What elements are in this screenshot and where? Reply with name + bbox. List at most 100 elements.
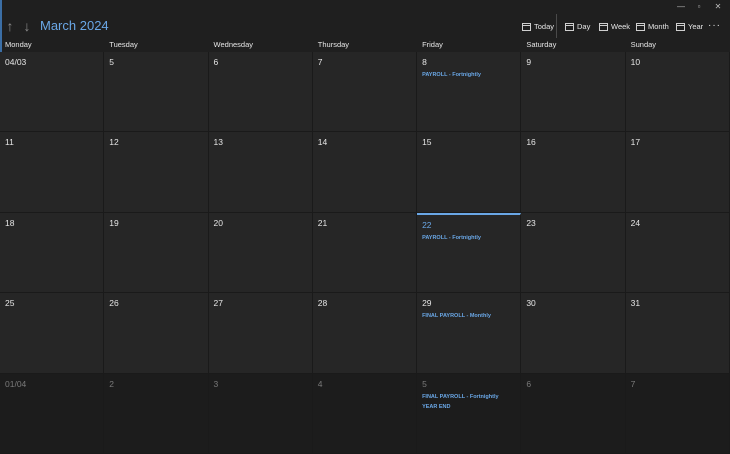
day-number: 9 (526, 57, 532, 67)
day-cell[interactable]: 20 (208, 212, 313, 294)
day-cell[interactable]: 15 (417, 132, 522, 213)
day-cell[interactable]: 25 (0, 293, 105, 374)
day-cell[interactable]: 31 (625, 293, 730, 374)
day-number: 28 (317, 298, 328, 309)
next-month-arrow-icon[interactable]: ↓ (20, 18, 34, 34)
day-cell-today[interactable]: 22 PAYROLL - Fortnightly (417, 212, 522, 294)
day-number: 2 (109, 378, 114, 389)
day-cell[interactable]: 27 (208, 293, 313, 374)
day-cell[interactable]: 19 (104, 212, 209, 294)
day-cell[interactable]: 10 (625, 52, 730, 133)
restore-button[interactable]: ▫ (692, 2, 706, 12)
day-cell[interactable]: 16 (521, 132, 626, 213)
day-number: 21 (317, 217, 328, 228)
day-number: 26 (109, 298, 119, 309)
day-cell[interactable]: 30 (521, 293, 626, 374)
day-cell[interactable]: 9 (521, 52, 626, 133)
month-grid: 04/03 5 6 7 8 PAYROLL - Fortnightly 9 10 11 12 13 1… (0, 52, 730, 454)
weekday-wednesday: Wednesday (213, 40, 254, 49)
month-title[interactable]: March 2024 (40, 17, 109, 35)
week-view-button[interactable]: Week (599, 20, 630, 34)
weekday-friday: Friday (422, 40, 443, 49)
weekday-monday: Monday (5, 40, 32, 49)
day-number: 6 (526, 378, 532, 389)
calendar-event[interactable]: PAYROLL - Fortnightly (422, 71, 515, 79)
title-bar: — ▫ ✕ (0, 0, 730, 14)
day-number: 6 (213, 57, 219, 67)
day-cell[interactable]: 18 (0, 212, 105, 294)
calendar-year-icon (676, 23, 685, 31)
more-options-button[interactable]: ··· (708, 19, 721, 33)
day-number: 3 (213, 378, 219, 389)
day-number: 19 (109, 217, 119, 228)
day-number: 22 (422, 219, 432, 230)
day-number: 7 (317, 57, 323, 67)
day-view-button[interactable]: Day (565, 20, 590, 34)
day-cell[interactable]: 7 (625, 373, 730, 454)
calendar-event[interactable]: YEAR END (422, 403, 515, 411)
weekday-sunday: Sunday (630, 40, 657, 49)
day-cell[interactable]: 17 (625, 132, 730, 213)
minimize-button[interactable]: — (674, 2, 688, 12)
day-cell[interactable]: 21 (312, 212, 418, 294)
day-cell[interactable]: 29 FINAL PAYROLL - Monthly (417, 293, 522, 374)
weekday-header-row: Monday Tuesday Wednesday Thursday Friday Satu… (0, 38, 730, 52)
day-number: 15 (422, 137, 432, 148)
day-number: 5 (422, 378, 427, 389)
day-number: 20 (213, 217, 223, 228)
day-cell[interactable]: 23 (521, 212, 626, 294)
day-cell[interactable]: 13 (208, 132, 313, 213)
calendar-event[interactable]: FINAL PAYROLL - Fortnightly (422, 393, 515, 401)
day-number: 16 (526, 137, 536, 148)
day-number: 29 (422, 298, 432, 309)
calendar-day-icon (565, 23, 574, 31)
day-cell[interactable]: 24 (625, 212, 730, 294)
day-cell[interactable]: 26 (104, 293, 209, 374)
calendar-event[interactable]: FINAL PAYROLL - Monthly (422, 312, 515, 320)
weekday-tuesday: Tuesday (109, 40, 138, 49)
close-button[interactable]: ✕ (711, 2, 725, 12)
day-cell[interactable]: 6 (521, 373, 626, 454)
toolbar-divider (556, 14, 557, 38)
day-cell[interactable]: 6 (208, 52, 313, 133)
day-number: 31 (630, 298, 641, 309)
day-label: Day (577, 22, 591, 31)
day-number: 27 (213, 298, 223, 309)
today-label: Today (534, 22, 555, 31)
day-number: 11 (5, 137, 14, 148)
day-number: 12 (109, 137, 119, 148)
day-cell[interactable]: 11 (0, 132, 105, 213)
day-cell[interactable]: 3 (208, 373, 313, 454)
day-cell[interactable]: 5 FINAL PAYROLL - Fortnightly YEAR END (417, 373, 522, 454)
day-cell[interactable]: 8 PAYROLL - Fortnightly (417, 52, 522, 133)
day-cell[interactable]: 14 (312, 132, 418, 213)
month-view-button[interactable]: Month (636, 20, 669, 34)
weekday-saturday: Saturday (526, 40, 557, 49)
day-cell[interactable]: 28 (312, 293, 418, 374)
day-number: 01/04 (5, 378, 27, 389)
day-cell[interactable]: 04/03 (0, 52, 105, 133)
day-number: 10 (630, 57, 641, 67)
day-number: 7 (630, 378, 636, 389)
day-number: 24 (630, 217, 641, 228)
today-button[interactable]: Today (522, 20, 554, 34)
day-number: 18 (5, 217, 15, 228)
month-label: Month (648, 22, 669, 31)
calendar-event[interactable]: PAYROLL - Fortnightly (422, 234, 515, 242)
day-cell[interactable]: 01/04 (0, 373, 105, 454)
day-number: 23 (526, 217, 536, 228)
weekday-thursday: Thursday (317, 40, 350, 49)
day-cell[interactable]: 4 (312, 373, 418, 454)
previous-month-arrow-icon[interactable]: ↑ (3, 18, 17, 34)
day-number: 13 (213, 137, 223, 148)
day-number: 5 (109, 57, 114, 67)
calendar-today-icon (522, 23, 531, 31)
day-number: 14 (317, 137, 328, 148)
day-cell[interactable]: 12 (104, 132, 209, 213)
day-cell[interactable]: 5 (104, 52, 209, 133)
calendar-month-icon (636, 23, 645, 31)
year-view-button[interactable]: Year (676, 20, 703, 34)
day-cell[interactable]: 2 (104, 373, 209, 454)
day-number: 04/03 (5, 57, 27, 67)
day-cell[interactable]: 7 (312, 52, 418, 133)
